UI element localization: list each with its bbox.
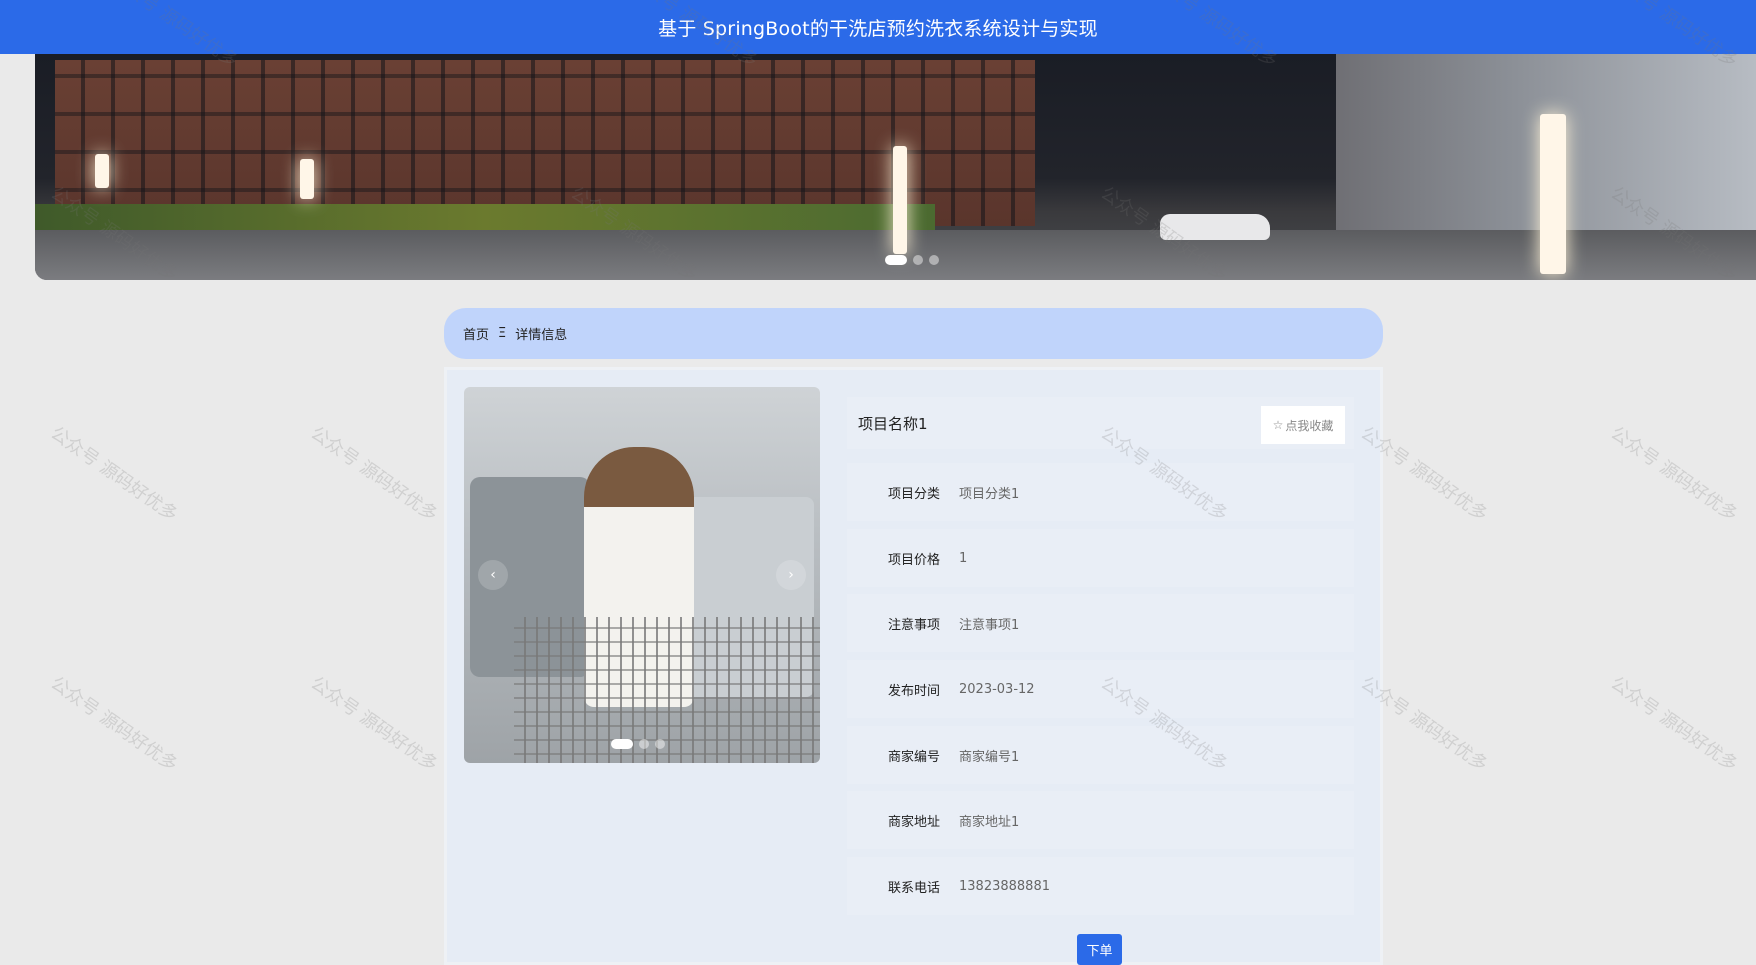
photo-cart <box>514 617 820 763</box>
banner-lamp <box>1540 114 1566 274</box>
banner-pagination[interactable] <box>885 255 939 265</box>
field-label: 商家地址 <box>887 814 940 830</box>
field-value: 13823888881 <box>959 878 1050 894</box>
field-label: 项目价格 <box>887 552 940 568</box>
favorite-label: 点我收藏 <box>1285 418 1334 433</box>
page-title: 基于 SpringBoot的干洗店预约洗衣系统设计与实现 <box>658 17 1098 40</box>
banner-car <box>1160 214 1270 240</box>
field-label: 项目分类 <box>887 486 940 502</box>
field-row: 商家编号 商家编号1 <box>847 726 1354 784</box>
banner-lamp <box>95 154 109 188</box>
field-row: 发布时间 2023-03-12 <box>847 660 1354 718</box>
breadcrumb-current: 详情信息 <box>515 328 568 343</box>
field-value: 项目分类1 <box>959 486 1020 502</box>
order-button[interactable]: 下单 <box>1077 934 1122 965</box>
field-row: 注意事项 注意事项1 <box>847 594 1354 652</box>
item-name: 项目名称1 <box>858 414 928 433</box>
banner-dot[interactable] <box>929 255 939 265</box>
field-value: 商家编号1 <box>959 749 1020 765</box>
banner-lamp <box>300 159 314 199</box>
field-label: 发布时间 <box>887 683 940 699</box>
watermark: 公众号 源码好优多 <box>306 422 442 526</box>
field-row: 商家地址 商家地址1 <box>847 791 1354 849</box>
watermark: 公众号 源码好优多 <box>46 422 182 526</box>
banner-carousel[interactable] <box>35 54 1756 280</box>
field-row: 联系电话 13823888881 <box>847 857 1354 915</box>
breadcrumb: 首页 Ξ 详情信息 <box>444 308 1383 359</box>
image-dot[interactable] <box>655 739 665 749</box>
image-pagination[interactable] <box>611 739 665 749</box>
banner-building <box>55 60 1035 226</box>
carousel-prev-icon[interactable]: ‹ <box>478 560 508 590</box>
carousel-next-icon[interactable]: › <box>776 560 806 590</box>
field-row: 项目分类 项目分类1 <box>847 463 1354 521</box>
image-dot[interactable] <box>639 739 649 749</box>
favorite-button[interactable]: ☆ 点我收藏 <box>1261 406 1345 444</box>
field-value: 商家地址1 <box>959 814 1020 830</box>
image-dot[interactable] <box>611 739 633 749</box>
field-row: 项目价格 1 <box>847 529 1354 587</box>
breadcrumb-home[interactable]: 首页 <box>463 324 489 343</box>
field-value: 2023-03-12 <box>959 681 1035 697</box>
watermark: 公众号 源码好优多 <box>1606 672 1742 776</box>
star-icon: ☆ <box>1272 418 1284 432</box>
banner-dot[interactable] <box>913 255 923 265</box>
product-image-carousel[interactable]: ‹ › <box>464 387 820 763</box>
app-header: 基于 SpringBoot的干洗店预约洗衣系统设计与实现 <box>0 0 1756 54</box>
field-label: 商家编号 <box>887 749 940 765</box>
field-value: 1 <box>959 550 968 566</box>
watermark: 公众号 源码好优多 <box>1606 422 1742 526</box>
watermark: 公众号 源码好优多 <box>46 672 182 776</box>
field-label: 联系电话 <box>887 880 940 896</box>
breadcrumb-separator-icon: Ξ <box>498 326 507 341</box>
watermark: 公众号 源码好优多 <box>306 672 442 776</box>
field-value: 注意事项1 <box>959 617 1020 633</box>
field-label: 注意事项 <box>887 617 940 633</box>
banner-dot[interactable] <box>885 255 907 265</box>
banner-lamp <box>893 146 907 254</box>
